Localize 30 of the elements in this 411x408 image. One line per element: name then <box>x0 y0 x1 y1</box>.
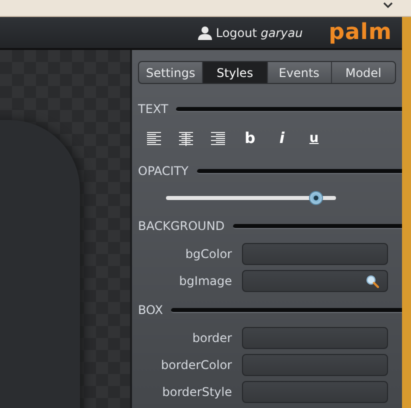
align-left-icon[interactable] <box>146 132 162 146</box>
field-label: borderStyle <box>161 384 233 401</box>
section-title: TEXT <box>138 101 168 118</box>
section-title: BOX <box>138 302 163 319</box>
input-field[interactable] <box>242 381 388 403</box>
section-title: BACKGROUND <box>138 218 225 235</box>
chevron-down-icon[interactable] <box>383 2 393 9</box>
field-label: border <box>191 330 233 347</box>
input-field[interactable] <box>242 243 388 265</box>
tab[interactable]: Model <box>330 62 395 83</box>
section-title: OPACITY <box>138 163 188 180</box>
field-label: bgColor <box>184 246 233 263</box>
tab[interactable]: Events <box>266 62 331 83</box>
search-icon[interactable] <box>366 274 379 288</box>
bold-button[interactable]: b <box>244 131 256 146</box>
input-field[interactable] <box>242 270 388 292</box>
tab[interactable]: Settings <box>139 62 202 83</box>
italic-button[interactable]: i <box>279 131 285 146</box>
underline-button[interactable]: u <box>309 132 319 145</box>
user-icon <box>198 26 212 40</box>
input-field[interactable] <box>242 327 388 349</box>
field-label: borderColor <box>160 357 233 374</box>
align-center-icon[interactable] <box>178 132 194 146</box>
field-label: bgImage <box>178 273 233 290</box>
align-right-icon[interactable] <box>210 132 226 146</box>
tab[interactable]: Styles <box>202 62 266 83</box>
opacity-slider[interactable] <box>166 191 336 205</box>
logo: palm <box>328 22 392 44</box>
input-field[interactable] <box>242 354 388 376</box>
logout-link[interactable]: Logout garyau <box>216 24 303 42</box>
